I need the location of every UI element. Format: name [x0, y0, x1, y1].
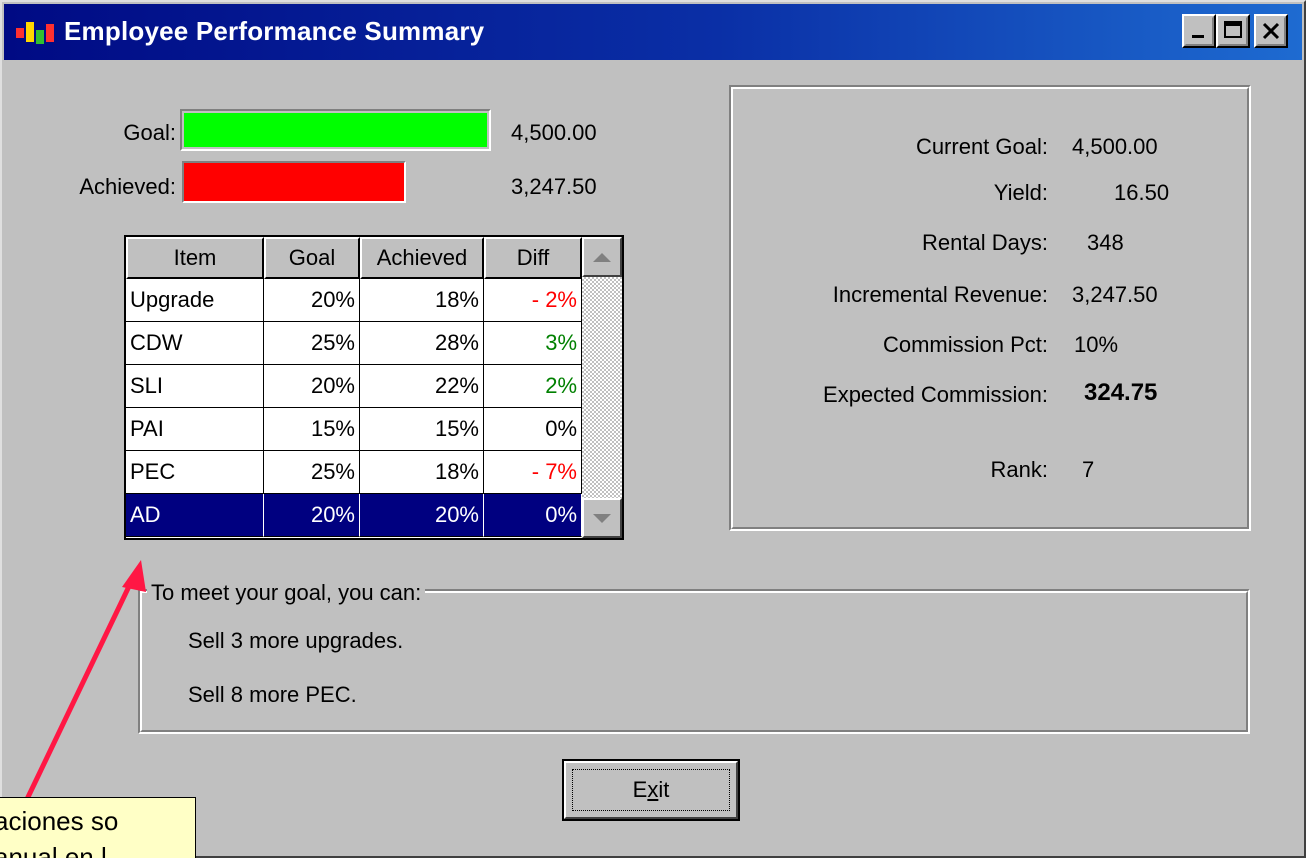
scroll-down-button[interactable] — [582, 498, 622, 538]
cell-achieved[interactable]: 18% — [360, 451, 484, 494]
incremental-revenue-value: 3,247.50 — [1072, 282, 1158, 307]
expected-commission-label: Expected Commission: — [823, 382, 1048, 407]
scroll-up-arrow-icon — [593, 252, 611, 262]
expected-commission-value: 324.75 — [1084, 379, 1158, 406]
exit-button-label: Exit — [633, 777, 670, 803]
grid-scrollbar[interactable] — [582, 237, 622, 538]
column-header-diff[interactable]: Diff — [484, 237, 582, 279]
suggestion-item: Sell 8 more PEC. — [188, 682, 357, 707]
cell-goal[interactable]: 25% — [264, 451, 360, 494]
achieved-bar — [180, 159, 491, 205]
cell-diff[interactable]: - 2% — [484, 279, 582, 322]
current-goal-label: Current Goal: — [915, 134, 1048, 159]
suggestion-item: Sell 3 more upgrades. — [188, 628, 404, 653]
scroll-up-button[interactable] — [582, 237, 622, 277]
exit-button[interactable]: Exit — [562, 759, 740, 821]
current-goal-value: 4,500.00 — [1072, 134, 1158, 159]
goal-bar-fill — [184, 113, 487, 147]
achieved-bar-fill — [182, 161, 406, 203]
yield-label: Yield: — [993, 180, 1048, 205]
yield-value: 16.50 — [1114, 180, 1170, 205]
cell-achieved[interactable]: 28% — [360, 322, 484, 365]
goals-grid[interactable]: Item Goal Achieved Diff Upgrade 20% 18% - 2… — [124, 235, 624, 540]
commission-pct-label: Commission Pct: — [882, 332, 1048, 357]
suggestions-title: To meet your goal, you can: — [147, 580, 426, 606]
cell-diff[interactable]: - 7% — [484, 451, 582, 494]
scroll-down-arrow-icon — [593, 513, 611, 523]
cell-diff[interactable]: 0% — [484, 494, 582, 537]
cell-item[interactable]: AD — [126, 494, 264, 537]
cell-item[interactable]: PAI — [126, 408, 264, 451]
performance-summary-window: Employee Performance Summary Goal: 4,500… — [0, 0, 1306, 858]
rental-days-value: 348 — [1087, 230, 1124, 255]
maximize-icon — [1224, 21, 1242, 38]
cell-goal[interactable]: 20% — [264, 494, 360, 537]
incremental-revenue-label: Incremental Revenue: — [832, 282, 1048, 307]
cell-item[interactable]: Upgrade — [126, 279, 264, 322]
commission-pct-value: 10% — [1074, 332, 1119, 357]
minimize-icon — [1192, 35, 1204, 38]
cell-achieved[interactable]: 18% — [360, 279, 484, 322]
rank-label: Rank: — [990, 457, 1048, 482]
rank-value: 7 — [1082, 457, 1095, 482]
cell-achieved[interactable]: 15% — [360, 408, 484, 451]
goal-value: 4,500.00 — [511, 120, 597, 145]
cell-diff[interactable]: 3% — [484, 322, 582, 365]
cell-goal[interactable]: 20% — [264, 279, 360, 322]
cell-diff[interactable]: 0% — [484, 408, 582, 451]
column-header-achieved[interactable]: Achieved — [360, 237, 484, 279]
table-row[interactable]: AD 20% 20% 0% — [126, 494, 582, 537]
callout-line-2: anual en l — [0, 842, 107, 858]
close-icon — [1262, 22, 1280, 40]
column-header-item[interactable]: Item — [126, 237, 264, 279]
column-header-goal[interactable]: Goal — [264, 237, 360, 279]
callout-note: aciones so anual en l — [0, 797, 196, 858]
goal-label: Goal: — [123, 120, 176, 145]
cell-goal[interactable]: 20% — [264, 365, 360, 408]
achieved-value: 3,247.50 — [511, 174, 597, 199]
table-row[interactable]: CDW 25% 28% 3% — [126, 322, 582, 365]
cell-goal[interactable]: 25% — [264, 322, 360, 365]
table-row[interactable]: PAI 15% 15% 0% — [126, 408, 582, 451]
cell-item[interactable]: PEC — [126, 451, 264, 494]
suggestions-group — [138, 589, 1250, 734]
callout-line-1: aciones so — [0, 806, 119, 836]
rental-days-label: Rental Days: — [922, 230, 1048, 255]
maximize-button[interactable] — [1216, 14, 1250, 48]
table-row[interactable]: SLI 20% 22% 2% — [126, 365, 582, 408]
cell-achieved[interactable]: 20% — [360, 494, 484, 537]
minimize-button[interactable] — [1182, 14, 1216, 48]
cell-goal[interactable]: 15% — [264, 408, 360, 451]
exit-label-text: Exit — [632, 777, 670, 802]
cell-item[interactable]: SLI — [126, 365, 264, 408]
close-button[interactable] — [1254, 14, 1288, 48]
achieved-label: Achieved: — [79, 174, 176, 199]
table-row[interactable]: Upgrade 20% 18% - 2% — [126, 279, 582, 322]
window-title: Employee Performance Summary — [64, 16, 485, 46]
app-icon — [16, 22, 54, 44]
goal-bar — [180, 109, 491, 151]
cell-achieved[interactable]: 22% — [360, 365, 484, 408]
title-bar[interactable]: Employee Performance Summary — [4, 4, 1302, 60]
cell-diff[interactable]: 2% — [484, 365, 582, 408]
table-row[interactable]: PEC 25% 18% - 7% — [126, 451, 582, 494]
cell-item[interactable]: CDW — [126, 322, 264, 365]
